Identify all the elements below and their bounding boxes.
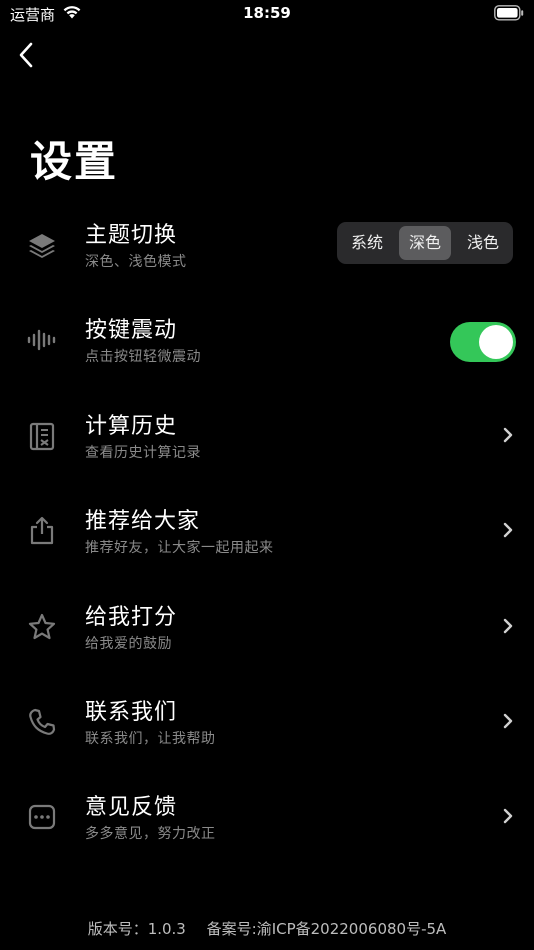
share-row[interactable]: 推荐给大家 推荐好友，让大家一起用起来 (0, 491, 534, 571)
footer: 版本号：1.0.3 备案号:渝ICP备2022006080号-5A (0, 918, 534, 939)
rate-title: 给我打分 (85, 605, 178, 630)
rate-subtitle: 给我爱的鼓励 (85, 636, 172, 652)
history-row[interactable]: 计算历史 查看历史计算记录 (0, 396, 534, 476)
contact-subtitle: 联系我们，让我帮助 (85, 731, 216, 747)
feedback-subtitle: 多多意见，努力改正 (85, 826, 216, 842)
history-subtitle: 查看历史计算记录 (85, 445, 201, 461)
share-title: 推荐给大家 (85, 509, 201, 534)
theme-option-system[interactable]: 系统 (341, 226, 393, 260)
vibration-toggle[interactable] (450, 322, 516, 362)
chevron-right-icon (503, 522, 513, 538)
status-bar: 运营商 18:59 (0, 0, 534, 30)
theme-row: 主题切换 深色、浅色模式 系统 深色 浅色 (0, 205, 534, 285)
feedback-title: 意见反馈 (85, 795, 178, 820)
chevron-right-icon (503, 427, 513, 443)
theme-title: 主题切换 (85, 223, 178, 248)
clock: 18:59 (243, 4, 291, 22)
vibration-subtitle: 点击按钮轻微震动 (85, 349, 201, 365)
version-label: 版本号：1.0.3 (87, 920, 186, 938)
icp-label: 备案号:渝ICP备2022006080号-5A (206, 920, 447, 938)
page-title: 设置 (30, 137, 119, 186)
chevron-right-icon (503, 618, 513, 634)
history-icon (29, 422, 55, 451)
vibration-row: 按键震动 点击按钮轻微震动 (0, 300, 534, 380)
history-title: 计算历史 (85, 414, 178, 439)
chevron-left-icon (19, 42, 33, 68)
phone-icon (29, 708, 56, 735)
layers-icon (29, 234, 55, 258)
theme-segmented-control: 系统 深色 浅色 (337, 222, 513, 264)
battery-icon (494, 5, 524, 21)
chevron-right-icon (503, 808, 513, 824)
theme-option-light[interactable]: 浅色 (457, 226, 509, 260)
theme-subtitle: 深色、浅色模式 (85, 254, 187, 270)
back-button[interactable] (14, 40, 42, 70)
theme-option-dark[interactable]: 深色 (399, 226, 451, 260)
share-icon (30, 516, 54, 545)
share-subtitle: 推荐好友，让大家一起用起来 (85, 540, 274, 556)
feedback-icon (28, 804, 56, 830)
rate-row[interactable]: 给我打分 给我爱的鼓励 (0, 587, 534, 667)
vibration-title: 按键震动 (85, 318, 178, 343)
toggle-knob (479, 325, 513, 359)
contact-title: 联系我们 (85, 700, 178, 725)
star-icon (28, 613, 56, 640)
waveform-icon (27, 329, 56, 351)
feedback-row[interactable]: 意见反馈 多多意见，努力改正 (0, 777, 534, 857)
chevron-right-icon (503, 713, 513, 729)
contact-row[interactable]: 联系我们 联系我们，让我帮助 (0, 682, 534, 762)
